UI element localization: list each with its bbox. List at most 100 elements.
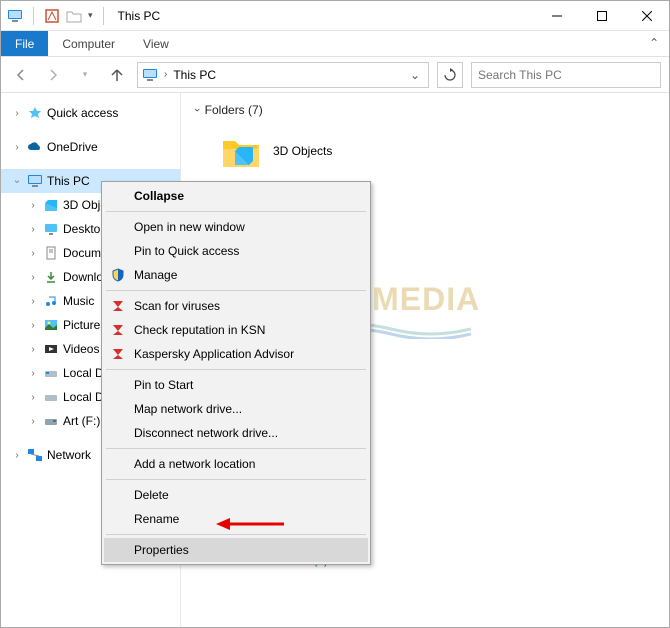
menu-item-pin-to-quick-access[interactable]: Pin to Quick access [104, 239, 368, 263]
sidebar-label: Art (F:) [63, 414, 100, 428]
menu-separator [106, 448, 366, 449]
chevron-right-icon[interactable]: › [11, 142, 23, 153]
address-dropdown-icon[interactable]: ⌄ [406, 68, 424, 82]
menu-item-disconnect-network-drive[interactable]: Disconnect network drive... [104, 421, 368, 445]
network-icon [27, 447, 43, 463]
recent-dropdown-icon[interactable]: ▾ [73, 63, 97, 87]
menu-item-label: Kaspersky Application Advisor [134, 347, 294, 361]
tab-view[interactable]: View [129, 31, 183, 56]
sidebar-label: Videos [63, 342, 99, 356]
music-icon [43, 293, 59, 309]
sidebar-item-onedrive[interactable]: › OneDrive [1, 135, 180, 159]
menu-item-label: Pin to Quick access [134, 244, 239, 258]
ribbon-expand-icon[interactable]: ⌄ [649, 35, 659, 49]
maximize-button[interactable] [579, 1, 624, 31]
menu-separator [106, 211, 366, 212]
annotation-arrow [216, 516, 286, 532]
close-button[interactable] [624, 1, 669, 31]
folder-large-icon [219, 129, 263, 173]
chevron-right-icon[interactable]: › [27, 248, 39, 259]
menu-item-pin-to-start[interactable]: Pin to Start [104, 373, 368, 397]
menu-item-label: Add a network location [134, 457, 255, 471]
menu-item-label: Open in new window [134, 220, 245, 234]
sidebar-label: Network [47, 448, 91, 462]
chevron-right-icon[interactable]: › [27, 392, 39, 403]
nav-bar: ▾ › This PC ⌄ [1, 57, 669, 93]
group-label: Folders (7) [205, 103, 263, 117]
back-button[interactable] [9, 63, 33, 87]
search-input[interactable] [471, 62, 661, 88]
sidebar-item-quick-access[interactable]: › Quick access [1, 101, 180, 125]
menu-item-check-reputation-in-ksn[interactable]: Check reputation in KSN [104, 318, 368, 342]
menu-item-delete[interactable]: Delete [104, 483, 368, 507]
chevron-down-icon[interactable]: › [12, 175, 23, 187]
kaspersky-icon [110, 298, 126, 314]
refresh-button[interactable] [437, 62, 463, 88]
menu-item-manage[interactable]: Manage [104, 263, 368, 287]
kaspersky-icon [110, 322, 126, 338]
menu-item-map-network-drive[interactable]: Map network drive... [104, 397, 368, 421]
chevron-right-icon[interactable]: › [27, 368, 39, 379]
menu-item-label: Delete [134, 488, 169, 502]
sidebar-label: Local Di [63, 366, 106, 380]
qat-new-folder-icon[interactable] [66, 8, 82, 24]
chevron-right-icon[interactable]: › [27, 200, 39, 211]
this-pc-icon [142, 67, 158, 83]
breadcrumb-sep-icon[interactable]: › [164, 69, 167, 80]
menu-item-label: Rename [134, 512, 179, 526]
3d-objects-icon [43, 197, 59, 213]
chevron-right-icon[interactable]: › [27, 296, 39, 307]
menu-item-label: Check reputation in KSN [134, 323, 265, 337]
folder-item-3d-objects[interactable]: 3D Objects [219, 129, 669, 173]
menu-separator [106, 534, 366, 535]
menu-item-label: Map network drive... [134, 402, 242, 416]
chevron-right-icon[interactable]: › [27, 272, 39, 283]
qat-dropdown-icon[interactable]: ▾ [88, 10, 93, 21]
menu-item-label: Disconnect network drive... [134, 426, 278, 440]
desktop-icon [43, 221, 59, 237]
shield-icon [110, 267, 126, 283]
tab-computer[interactable]: Computer [48, 31, 129, 56]
chevron-right-icon[interactable]: › [27, 416, 39, 427]
menu-item-scan-for-viruses[interactable]: Scan for viruses [104, 294, 368, 318]
menu-separator [106, 369, 366, 370]
menu-item-label: Manage [134, 268, 177, 282]
context-menu: Collapse Open in new window Pin to Quick a… [101, 181, 371, 565]
up-button[interactable] [105, 63, 129, 87]
pictures-icon [43, 317, 59, 333]
menu-item-collapse[interactable]: Collapse [104, 184, 368, 208]
minimize-button[interactable] [534, 1, 579, 31]
chevron-right-icon[interactable]: › [11, 450, 23, 461]
menu-item-open-in-new-window[interactable]: Open in new window [104, 215, 368, 239]
group-header-folders[interactable]: › Folders (7) [191, 103, 669, 117]
sidebar-label: This PC [47, 174, 90, 188]
this-pc-icon [27, 173, 43, 189]
menu-item-add-a-network-location[interactable]: Add a network location [104, 452, 368, 476]
sidebar-label: Music [63, 294, 94, 308]
file-tab[interactable]: File [1, 31, 48, 56]
disk-icon [43, 389, 59, 405]
chevron-right-icon[interactable]: › [27, 344, 39, 355]
menu-item-properties[interactable]: Properties [104, 538, 368, 562]
sidebar-label: Quick access [47, 106, 118, 120]
breadcrumb[interactable]: This PC [173, 68, 216, 82]
qat-properties-icon[interactable] [44, 8, 60, 24]
title-bar: ▾ This PC [1, 1, 669, 31]
disk-icon [43, 365, 59, 381]
menu-item-label: Properties [134, 543, 189, 557]
sidebar-label: Local Di [63, 390, 106, 404]
chevron-down-icon[interactable]: › [191, 108, 203, 112]
menu-separator [106, 479, 366, 480]
chevron-right-icon[interactable]: › [11, 108, 23, 119]
ribbon: File Computer View ⌄ [1, 31, 669, 57]
menu-item-kaspersky-application-advisor[interactable]: Kaspersky Application Advisor [104, 342, 368, 366]
folder-label: 3D Objects [273, 144, 332, 158]
qat-divider-2 [103, 7, 104, 25]
address-bar[interactable]: › This PC ⌄ [137, 62, 429, 88]
downloads-icon [43, 269, 59, 285]
forward-button[interactable] [41, 63, 65, 87]
menu-item-label: Scan for viruses [134, 299, 220, 313]
menu-item-label: Pin to Start [134, 378, 193, 392]
chevron-right-icon[interactable]: › [27, 224, 39, 235]
chevron-right-icon[interactable]: › [27, 320, 39, 331]
